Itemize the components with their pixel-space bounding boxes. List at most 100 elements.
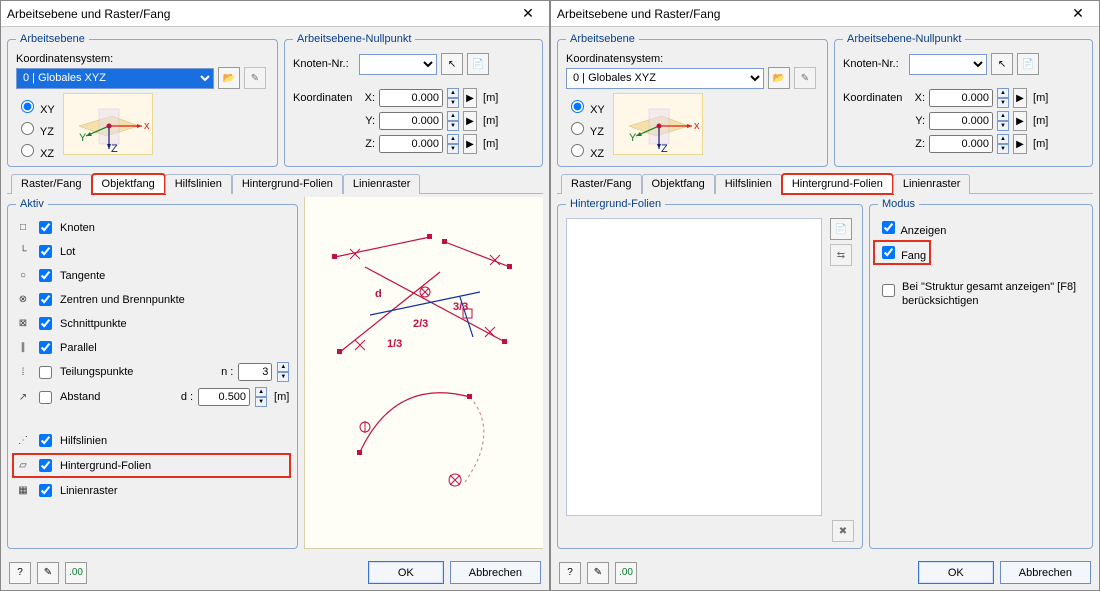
units-icon[interactable]: .00 (65, 562, 87, 584)
tab-raster-fang[interactable]: Raster/Fang (11, 174, 92, 194)
distance-icon: ↗ (16, 390, 30, 404)
notes-icon[interactable]: ✎ (37, 562, 59, 584)
node-select[interactable] (359, 54, 437, 75)
coord-x-input[interactable] (929, 89, 993, 107)
close-icon[interactable]: ✕ (1063, 5, 1093, 22)
tab-linienraster[interactable]: Linienraster (343, 174, 420, 194)
plane-xz[interactable]: XZ (566, 141, 605, 160)
pick-node-icon[interactable]: ↖ (441, 53, 463, 75)
node-select[interactable] (909, 54, 987, 75)
tab-hilfslinien[interactable]: Hilfslinien (165, 174, 232, 194)
open-folder-icon[interactable]: 📂 (218, 67, 240, 89)
grid-icon: ▦ (16, 484, 30, 498)
group-modus: Modus Anzeigen Fang Bei "Struktur gesamt… (869, 198, 1093, 549)
group-workplane: Arbeitsebene Koordinatensystem: 0 | Glob… (557, 33, 828, 167)
ok-button[interactable]: OK (368, 561, 444, 584)
edit-icon[interactable]: ✎ (794, 67, 816, 89)
help-icon[interactable]: ? (9, 562, 31, 584)
division-icon: ⁞ (16, 365, 30, 379)
coord-system-select[interactable]: 0 | Globales XYZ (16, 68, 214, 89)
add-layer-icon[interactable]: 📄 (830, 218, 852, 240)
svg-text:d: d (375, 288, 382, 300)
perp-icon: └ (16, 245, 30, 259)
svg-text:2/3: 2/3 (413, 318, 428, 330)
group-origin: Arbeitsebene-Nullpunkt Knoten-Nr.: ↖ 📄 K… (834, 33, 1093, 167)
chk-knoten[interactable] (39, 221, 52, 234)
plane-yz[interactable]: YZ (566, 119, 605, 138)
chk-abstand[interactable] (39, 391, 52, 404)
n-input[interactable] (238, 363, 272, 381)
edit-icon[interactable]: ✎ (244, 67, 266, 89)
svg-text:3/3: 3/3 (453, 301, 468, 313)
chk-hintergrund-folien[interactable] (39, 459, 52, 472)
chk-f8-row[interactable]: Bei "Struktur gesamt anzeigen" [F8] berü… (878, 281, 1084, 309)
coord-z-input[interactable] (929, 135, 993, 153)
arrow-right-icon[interactable]: ▶ (463, 111, 477, 131)
chk-tangente[interactable] (39, 269, 52, 282)
tab-hintergrund-folien[interactable]: Hintergrund-Folien (232, 174, 343, 194)
tab-objektfang[interactable]: Objektfang (92, 174, 165, 194)
group-background-layers: Hintergrund-Folien 📄 ⇆ ✖ (557, 198, 863, 549)
arrow-right-icon[interactable]: ▶ (1013, 111, 1027, 131)
tab-bar: Raster/Fang Objektfang Hilfslinien Hinte… (7, 173, 543, 194)
units-icon[interactable]: .00 (615, 562, 637, 584)
arrow-right-icon[interactable]: ▶ (1013, 88, 1027, 108)
group-workplane: Arbeitsebene Koordinatensystem: 0 | Glob… (7, 33, 278, 167)
tab-objektfang[interactable]: Objektfang (642, 174, 715, 194)
coord-z-input[interactable] (379, 135, 443, 153)
tab-hilfslinien[interactable]: Hilfslinien (715, 174, 782, 194)
swap-layer-icon[interactable]: ⇆ (830, 244, 852, 266)
svg-text:x: x (694, 120, 700, 132)
titlebar: Arbeitsebene und Raster/Fang ✕ (551, 1, 1099, 27)
tab-linienraster[interactable]: Linienraster (893, 174, 970, 194)
cancel-button[interactable]: Abbrechen (1000, 561, 1091, 584)
open-folder-icon[interactable]: 📂 (768, 67, 790, 89)
arrow-right-icon[interactable]: ▶ (463, 134, 477, 154)
pick-node-icon[interactable]: ↖ (991, 53, 1013, 75)
arrow-right-icon[interactable]: ▶ (1013, 134, 1027, 154)
tab-hintergrund-folien[interactable]: Hintergrund-Folien (782, 174, 893, 194)
coord-y-input[interactable] (929, 112, 993, 130)
cancel-button[interactable]: Abbrechen (450, 561, 541, 584)
close-icon[interactable]: ✕ (513, 5, 543, 22)
plane-xz[interactable]: XZ (16, 141, 55, 160)
chk-linienraster[interactable] (39, 484, 52, 497)
background-list[interactable] (566, 218, 822, 516)
chk-hilfslinien[interactable] (39, 434, 52, 447)
plane-yz[interactable]: YZ (16, 119, 55, 138)
notes-icon[interactable]: ✎ (587, 562, 609, 584)
tab-bar: Raster/Fang Objektfang Hilfslinien Hinte… (557, 173, 1093, 194)
arrow-right-icon[interactable]: ▶ (463, 88, 477, 108)
tab-raster-fang[interactable]: Raster/Fang (561, 174, 642, 194)
chk-parallel[interactable] (39, 341, 52, 354)
chk-anzeigen-row[interactable]: Anzeigen (878, 218, 1084, 237)
plane-xy[interactable]: XY (16, 97, 55, 116)
button-bar: ? ✎ .00 OK Abbrechen (551, 555, 1099, 590)
guideline-icon: ⋰ (16, 434, 30, 448)
parallel-icon: ∥ (16, 341, 30, 355)
svg-text:Z: Z (111, 143, 118, 155)
chk-f8 (882, 284, 895, 297)
help-icon[interactable]: ? (559, 562, 581, 584)
coord-system-select[interactable]: 0 | Globales XYZ (566, 68, 764, 89)
chk-teilungspunkte[interactable] (39, 366, 52, 379)
chk-zentren[interactable] (39, 293, 52, 306)
ok-button[interactable]: OK (918, 561, 994, 584)
coord-label: Koordinatensystem: (16, 53, 269, 65)
chk-schnittpunkte[interactable] (39, 317, 52, 330)
coord-y-input[interactable] (379, 112, 443, 130)
new-node-icon[interactable]: 📄 (1017, 53, 1039, 75)
chk-lot[interactable] (39, 245, 52, 258)
coord-x-input[interactable] (379, 89, 443, 107)
new-node-icon[interactable]: 📄 (467, 53, 489, 75)
dialog-right: Arbeitsebene und Raster/Fang ✕ Arbeitseb… (550, 0, 1100, 591)
chk-fang-row[interactable]: Fang (878, 250, 926, 262)
plane-xy[interactable]: XY (566, 97, 605, 116)
plane-preview: x Y Z (613, 93, 703, 155)
intersect-icon: ⊠ (16, 317, 30, 331)
d-input[interactable] (198, 388, 250, 406)
svg-text:1/3: 1/3 (387, 338, 402, 350)
center-icon: ⊗ (16, 293, 30, 307)
delete-layer-icon[interactable]: ✖ (832, 520, 854, 542)
tangent-icon: ○ (16, 269, 30, 283)
